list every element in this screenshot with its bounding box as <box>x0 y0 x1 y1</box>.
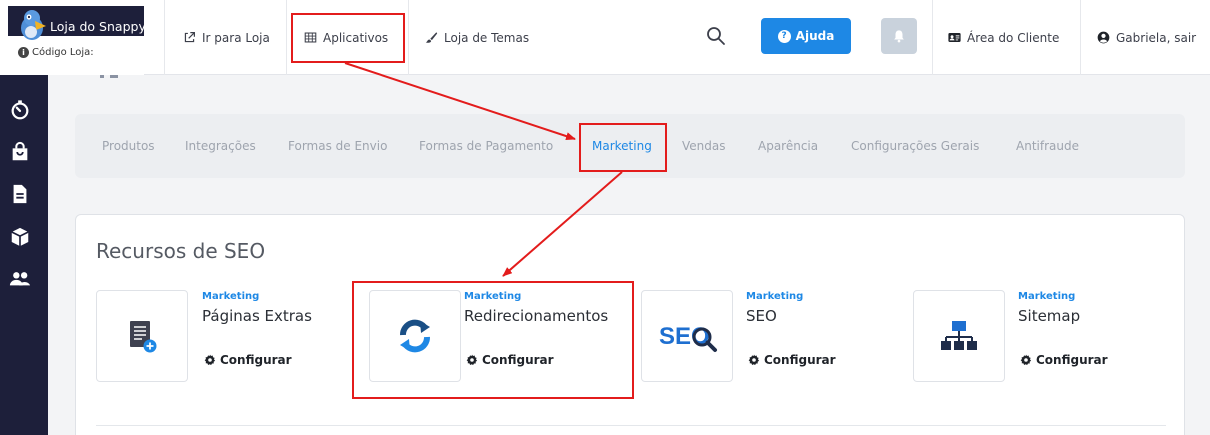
external-link-icon <box>184 32 195 43</box>
divider <box>96 425 1166 426</box>
card-title-seo: SEO <box>746 307 777 325</box>
card-icon-seo[interactable]: SEO <box>641 290 733 382</box>
card-category: Marketing <box>202 291 260 302</box>
client-area-label: Área do Cliente <box>967 30 1060 45</box>
divider <box>164 0 165 75</box>
card-category: Marketing <box>1018 291 1076 302</box>
card-title-paginas-extras: Páginas Extras <box>202 307 312 325</box>
card-title-sitemap: Sitemap <box>1018 307 1081 325</box>
tab-marketing[interactable]: Marketing <box>592 139 652 153</box>
grid-icon <box>304 32 317 43</box>
tab-antifraude[interactable]: Antifraude <box>1016 139 1079 153</box>
top-bar: Loja do Snappy i Código Loja: Ir para Lo… <box>0 0 1210 75</box>
configure-button-redirecionamentos[interactable]: Configurar <box>466 353 554 367</box>
category-tabs: Produtos Integrações Formas de Envio For… <box>75 114 1185 178</box>
brand-name: Loja do Snappy <box>50 19 146 34</box>
card-icon-paginas-extras[interactable] <box>96 290 188 382</box>
tab-formas-de-envio[interactable]: Formas de Envio <box>288 139 387 153</box>
theme-store-link[interactable]: Loja de Temas <box>425 0 529 75</box>
card-category: Marketing <box>746 291 804 302</box>
gear-icon <box>466 354 478 366</box>
paintbrush-icon <box>425 32 438 43</box>
card-category: Marketing <box>464 291 522 302</box>
tab-vendas[interactable]: Vendas <box>682 139 726 153</box>
gear-icon <box>204 354 216 366</box>
go-to-store-label: Ir para Loja <box>202 30 270 45</box>
divider <box>286 0 287 75</box>
tab-formas-de-pagamento[interactable]: Formas de Pagamento <box>419 139 553 153</box>
tab-produtos[interactable]: Produtos <box>102 139 155 153</box>
users-icon[interactable] <box>9 268 31 290</box>
divider <box>1080 0 1081 75</box>
refresh-icon <box>400 319 430 353</box>
store-code-label: Código Loja: <box>32 47 94 58</box>
configure-label: Configurar <box>220 353 292 367</box>
snappy-mascot-icon <box>21 10 46 40</box>
notifications-button[interactable] <box>881 18 917 54</box>
apps-label: Aplicativos <box>323 30 389 45</box>
client-area-link[interactable]: Área do Cliente <box>948 0 1059 75</box>
tab-aparencia[interactable]: Aparência <box>758 139 818 153</box>
user-circle-icon <box>1097 31 1110 44</box>
theme-store-label: Loja de Temas <box>444 30 530 45</box>
info-icon: i <box>18 47 29 58</box>
box-icon[interactable] <box>9 226 31 248</box>
id-card-icon <box>948 33 961 42</box>
brand[interactable]: Loja do Snappy i Código Loja: <box>0 0 146 75</box>
search-button[interactable] <box>706 26 726 46</box>
user-logout-link[interactable]: Gabriela, sair <box>1097 0 1196 75</box>
card-icon-sitemap[interactable] <box>913 290 1005 382</box>
apps-link[interactable]: Aplicativos <box>304 0 388 75</box>
document-icon[interactable] <box>9 183 31 205</box>
breadcrumb <box>100 75 120 79</box>
card-icon-redirecionamentos[interactable] <box>369 290 461 382</box>
stopwatch-icon[interactable] <box>9 99 31 121</box>
configure-button-seo[interactable]: Configurar <box>748 353 836 367</box>
question-icon: ? <box>777 29 791 43</box>
configure-button-sitemap[interactable]: Configurar <box>1020 353 1108 367</box>
divider <box>408 0 409 75</box>
card-title-redirecionamentos: Redirecionamentos <box>464 307 609 325</box>
configure-label: Configurar <box>1036 353 1108 367</box>
gear-icon <box>748 354 760 366</box>
bell-icon <box>894 30 904 43</box>
configure-label: Configurar <box>764 353 836 367</box>
go-to-store-link[interactable]: Ir para Loja <box>183 0 270 75</box>
search-icon <box>707 27 725 45</box>
help-label: Ajuda <box>795 29 835 43</box>
user-logout-label: Gabriela, sair <box>1116 30 1197 45</box>
help-button[interactable]: ? Ajuda <box>761 18 851 54</box>
tab-configuracoes-gerais[interactable]: Configurações Gerais <box>851 139 979 153</box>
sitemap-icon <box>941 321 977 350</box>
configure-label: Configurar <box>482 353 554 367</box>
seo-resources-panel: Recursos de SEO Marketing Páginas Extras… <box>75 214 1185 435</box>
gear-icon <box>1020 354 1032 366</box>
section-title: Recursos de SEO <box>96 239 266 263</box>
store-code: i Código Loja: <box>18 47 94 58</box>
brand-logo[interactable]: Loja do Snappy <box>8 6 146 40</box>
divider <box>932 0 933 75</box>
seo-magnifier-icon: SEO <box>659 323 717 352</box>
tab-integracoes[interactable]: Integrações <box>185 139 256 153</box>
page-add-icon <box>130 321 157 353</box>
shopping-bag-icon[interactable] <box>9 141 31 163</box>
configure-button-paginas-extras[interactable]: Configurar <box>204 353 292 367</box>
